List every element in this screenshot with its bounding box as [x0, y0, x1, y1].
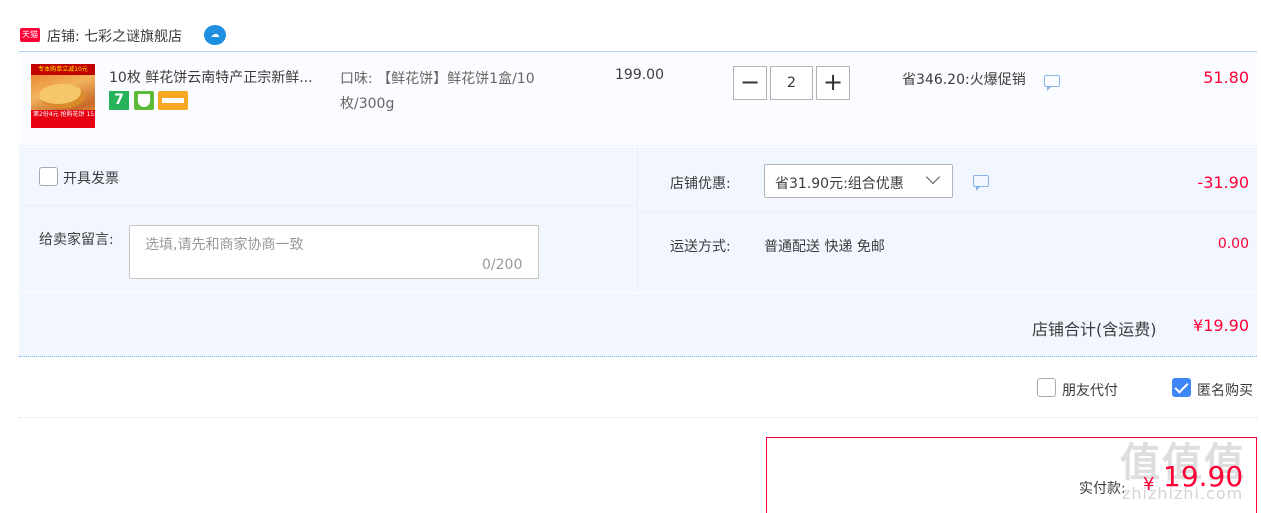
divider [19, 205, 637, 206]
shipping-method: 普通配送 快递 免邮 [764, 239, 885, 255]
seller-message-placeholder: 选填,请先和商家协商一致 [145, 237, 304, 253]
chat-bubble-icon[interactable] [1044, 75, 1060, 91]
shop-name[interactable]: 店铺: 七彩之谜旗舰店 [47, 26, 182, 46]
product-title-link[interactable]: 10枚 鲜花饼云南特产正宗新鲜... [109, 67, 313, 87]
product-row [19, 51, 1257, 146]
shipping-fee: 0.00 [1217, 236, 1249, 252]
guarantee-shield-icon[interactable] [134, 91, 154, 110]
unit-price: 199.00 [615, 67, 664, 83]
product-thumbnail[interactable]: 专本购单立减10元 第2份4元 抢购花饼 15.9 [31, 64, 95, 128]
friend-pay-label[interactable]: 朋友代付 [1062, 380, 1118, 400]
credit-card-icon[interactable] [158, 91, 188, 110]
wangwang-chat-icon[interactable]: ☁ [204, 25, 226, 45]
quantity-decrease-button[interactable]: − [733, 66, 767, 100]
anonymous-purchase-checkbox[interactable] [1172, 378, 1191, 397]
chat-bubble-icon[interactable] [973, 175, 989, 191]
thumbnail-top-text: 专本购单立减10元 [31, 64, 95, 75]
message-char-count: 0/200 [482, 257, 523, 273]
shop-discount-amount: -31.90 [1197, 173, 1249, 192]
thumbnail-bottom-text: 第2份4元 抢购花饼 15.9 [31, 110, 95, 128]
product-sku: 口味: 【鲜花饼】鲜花饼1盒/10枚/300g [340, 71, 535, 112]
divider [19, 417, 1257, 418]
invoice-label[interactable]: 开具发票 [63, 168, 119, 188]
anonymous-purchase-label[interactable]: 匿名购买 [1197, 380, 1253, 400]
flower-cake-image [39, 84, 85, 108]
quantity-increase-button[interactable]: + [816, 66, 850, 100]
shop-total-amount: ¥19.90 [1193, 316, 1249, 335]
shop-discount-label: 店铺优惠: [670, 176, 731, 192]
item-subtotal: 51.80 [1203, 68, 1249, 87]
shop-total-label: 店铺合计(含运费) [1032, 320, 1157, 339]
seven-day-return-icon[interactable]: 7 [109, 91, 129, 110]
tmall-icon: 天猫 [20, 28, 40, 42]
watermark-url: zhizhizhi.com [1122, 484, 1244, 503]
divider [637, 147, 638, 292]
shipping-label: 运送方式: [670, 239, 731, 255]
invoice-checkbox[interactable] [39, 167, 58, 186]
quantity-input[interactable]: 2 [770, 66, 813, 100]
divider [638, 212, 1257, 213]
promotion-text: 省346.20:火爆促销 [902, 72, 1026, 88]
seller-message-label: 给卖家留言: [39, 232, 114, 248]
friend-pay-checkbox[interactable] [1037, 378, 1056, 397]
shop-discount-selected-value[interactable]: 省31.90元:组合优惠 [775, 173, 904, 193]
payment-label: 实付款: [1079, 481, 1126, 497]
